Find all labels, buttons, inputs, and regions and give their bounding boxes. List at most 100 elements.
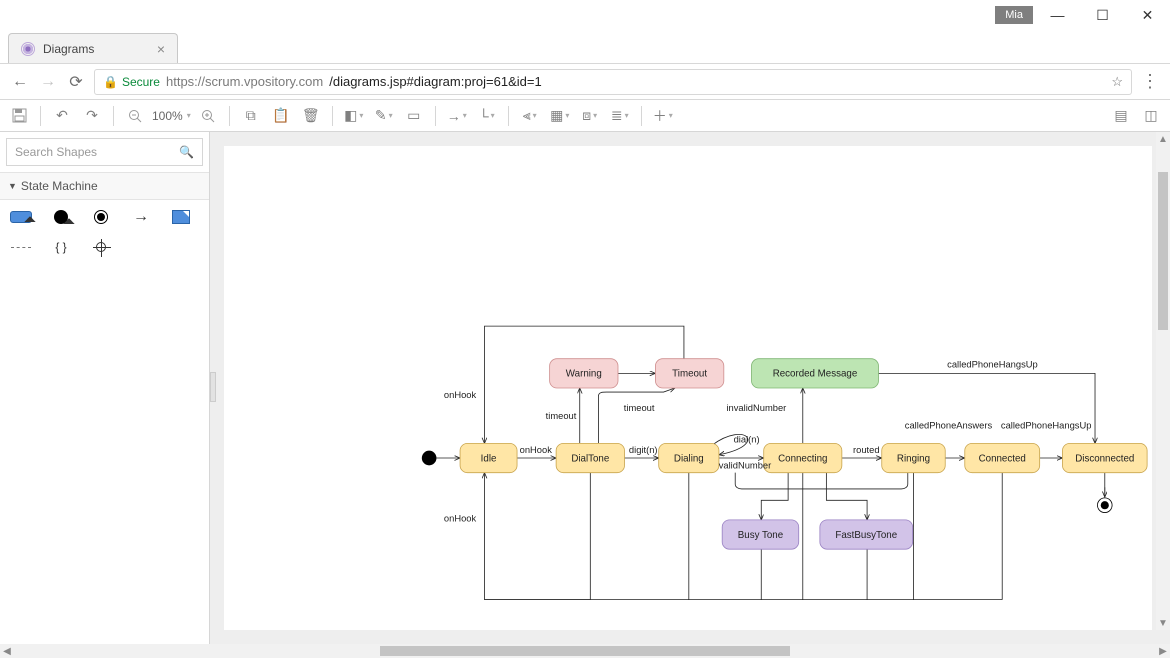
transition-label: routed <box>853 445 880 455</box>
shape-style-icon[interactable]: ▭ <box>401 103 427 129</box>
connector-style-icon[interactable]: └ <box>474 103 500 129</box>
delete-icon[interactable]: 🗑 <box>298 103 324 129</box>
secure-label: Secure <box>122 75 160 89</box>
state-label-dialtone: DialTone <box>571 453 609 464</box>
nav-back-icon[interactable]: ← <box>10 73 30 91</box>
transition-label: calledPhoneHangsUp <box>947 360 1038 370</box>
vscroll-thumb[interactable] <box>1158 172 1168 330</box>
transition-label: validNumber <box>719 461 772 471</box>
group-icon[interactable]: ⧈ <box>577 103 603 129</box>
chevron-down-icon: ▼ <box>8 181 17 191</box>
canvas-wrapper: Idle DialTone Dialing Connecting Ringing Conn… <box>210 132 1170 644</box>
state-label-disconnected: Disconnected <box>1075 453 1134 464</box>
palette-note-icon[interactable] <box>170 208 192 226</box>
copy-icon[interactable]: ⧉ <box>238 103 264 129</box>
palette-dashed-icon[interactable] <box>10 238 32 256</box>
palette-junction-icon[interactable] <box>90 238 112 256</box>
state-label-timeout: Timeout <box>672 369 707 380</box>
distribute-icon[interactable]: ▦ <box>547 103 573 129</box>
browser-menu-icon[interactable]: ⋮ <box>1140 71 1160 92</box>
state-label-connected: Connected <box>979 453 1026 464</box>
stroke-icon[interactable]: ✎ <box>371 103 397 129</box>
layout-panel-icon[interactable]: ▤ <box>1108 103 1134 129</box>
redo-icon[interactable]: ↷ <box>79 103 105 129</box>
transition-label: timeout <box>624 403 655 413</box>
transition-label: calledPhoneHangsUp <box>1001 421 1092 431</box>
tab-favicon <box>21 42 35 56</box>
url-path: /diagrams.jsp#diagram:proj=61&id=1 <box>329 74 541 89</box>
state-label-recorded: Recorded Message <box>773 369 858 380</box>
zoom-out-icon[interactable] <box>122 103 148 129</box>
zoom-in-icon[interactable] <box>195 103 221 129</box>
fill-icon[interactable]: ◧ <box>341 103 367 129</box>
order-icon[interactable]: ≣ <box>607 103 633 129</box>
transition-label: timeout <box>546 411 577 421</box>
browser-tabstrip: Diagrams × <box>0 30 1170 64</box>
state-label-idle: Idle <box>481 453 497 464</box>
state-label-connecting: Connecting <box>778 453 827 464</box>
diagram-svg: Idle DialTone Dialing Connecting Ringing Conn… <box>224 146 1152 630</box>
browser-urlbar-row: ← → ⟳ 🔒 Secure https://scrum.vpository.c… <box>0 64 1170 100</box>
bookmark-star-icon[interactable]: ☆ <box>1111 74 1123 90</box>
vertical-scrollbar[interactable]: ▲ ▼ <box>1156 132 1170 630</box>
transition-label: onHook <box>520 445 553 455</box>
state-label-busy: Busy Tone <box>738 530 783 541</box>
layout-split-icon[interactable]: ◫ <box>1138 103 1164 129</box>
transition-label: onHook <box>444 514 477 524</box>
tab-close-icon[interactable]: × <box>157 41 165 57</box>
initial-state-node[interactable] <box>422 451 437 466</box>
window-titlebar: Mia ― ☐ ✕ <box>0 0 1170 30</box>
diagram-canvas[interactable]: Idle DialTone Dialing Connecting Ringing Conn… <box>224 146 1152 630</box>
zoom-value: 100% <box>152 109 183 123</box>
palette-final-icon[interactable] <box>90 208 112 226</box>
search-icon: 🔍 <box>179 145 194 159</box>
palette-initial-icon[interactable] <box>50 208 72 226</box>
nav-reload-icon[interactable]: ⟳ <box>66 72 86 92</box>
save-icon[interactable] <box>6 103 32 129</box>
window-minimize-button[interactable]: ― <box>1035 0 1080 30</box>
zoom-select[interactable]: 100% <box>152 109 191 123</box>
scroll-left-icon[interactable]: ◀ <box>0 646 14 657</box>
align-icon[interactable]: ⫷ <box>517 103 543 129</box>
transition-label: dial(n) <box>734 435 760 445</box>
palette-header[interactable]: ▼ State Machine <box>0 172 209 200</box>
scroll-up-icon[interactable]: ▲ <box>1156 132 1170 146</box>
window-maximize-button[interactable]: ☐ <box>1080 0 1125 30</box>
shape-palette: → { } <box>0 200 209 264</box>
lock-icon: 🔒 <box>103 75 118 89</box>
user-badge: Mia <box>995 6 1033 24</box>
state-label-dialing: Dialing <box>674 453 704 464</box>
browser-tab[interactable]: Diagrams × <box>8 33 178 63</box>
paste-icon[interactable]: 📋 <box>268 103 294 129</box>
sidebar-gutter-handle[interactable] <box>210 372 216 402</box>
transition-label: invalidNumber <box>726 403 786 413</box>
transition-label: onHook <box>444 390 477 400</box>
transition-label: digit(n) <box>629 445 658 455</box>
url-host: https://scrum.vpository.com <box>166 74 323 89</box>
search-placeholder: Search Shapes <box>15 145 97 159</box>
palette-title: State Machine <box>21 179 98 193</box>
app-toolbar: ↶ ↷ 100% ⧉ 📋 🗑 ◧ ✎ ▭ → └ ⫷ ▦ ⧈ ≣ ＋ ▤ ◫ <box>0 100 1170 132</box>
nav-forward-icon: → <box>38 73 58 91</box>
state-label-ringing: Ringing <box>897 453 930 464</box>
sidebar: Search Shapes 🔍 ▼ State Machine → { } <box>0 132 210 644</box>
scroll-down-icon[interactable]: ▼ <box>1156 616 1170 630</box>
scroll-right-icon[interactable]: ▶ <box>1156 646 1170 657</box>
palette-constraint-icon[interactable]: { } <box>50 238 72 256</box>
palette-state-icon[interactable] <box>10 208 32 226</box>
arrow-end-icon[interactable]: → <box>444 103 470 129</box>
tab-title: Diagrams <box>43 42 94 56</box>
main-area: Search Shapes 🔍 ▼ State Machine → { } <box>0 132 1170 644</box>
state-label-warning: Warning <box>566 369 602 380</box>
add-shape-icon[interactable]: ＋ <box>650 103 676 129</box>
hscroll-thumb[interactable] <box>380 646 790 656</box>
horizontal-scrollbar[interactable]: ◀ ▶ <box>0 644 1170 658</box>
window-close-button[interactable]: ✕ <box>1125 0 1170 30</box>
palette-transition-icon[interactable]: → <box>130 208 152 226</box>
state-label-fastbusy: FastBusyTone <box>835 530 897 541</box>
search-input[interactable]: Search Shapes 🔍 <box>6 138 203 166</box>
secure-indicator: 🔒 Secure <box>103 75 160 89</box>
undo-icon[interactable]: ↶ <box>49 103 75 129</box>
transition-label: calledPhoneAnswers <box>905 421 993 431</box>
url-input[interactable]: 🔒 Secure https://scrum.vpository.com/dia… <box>94 69 1132 95</box>
